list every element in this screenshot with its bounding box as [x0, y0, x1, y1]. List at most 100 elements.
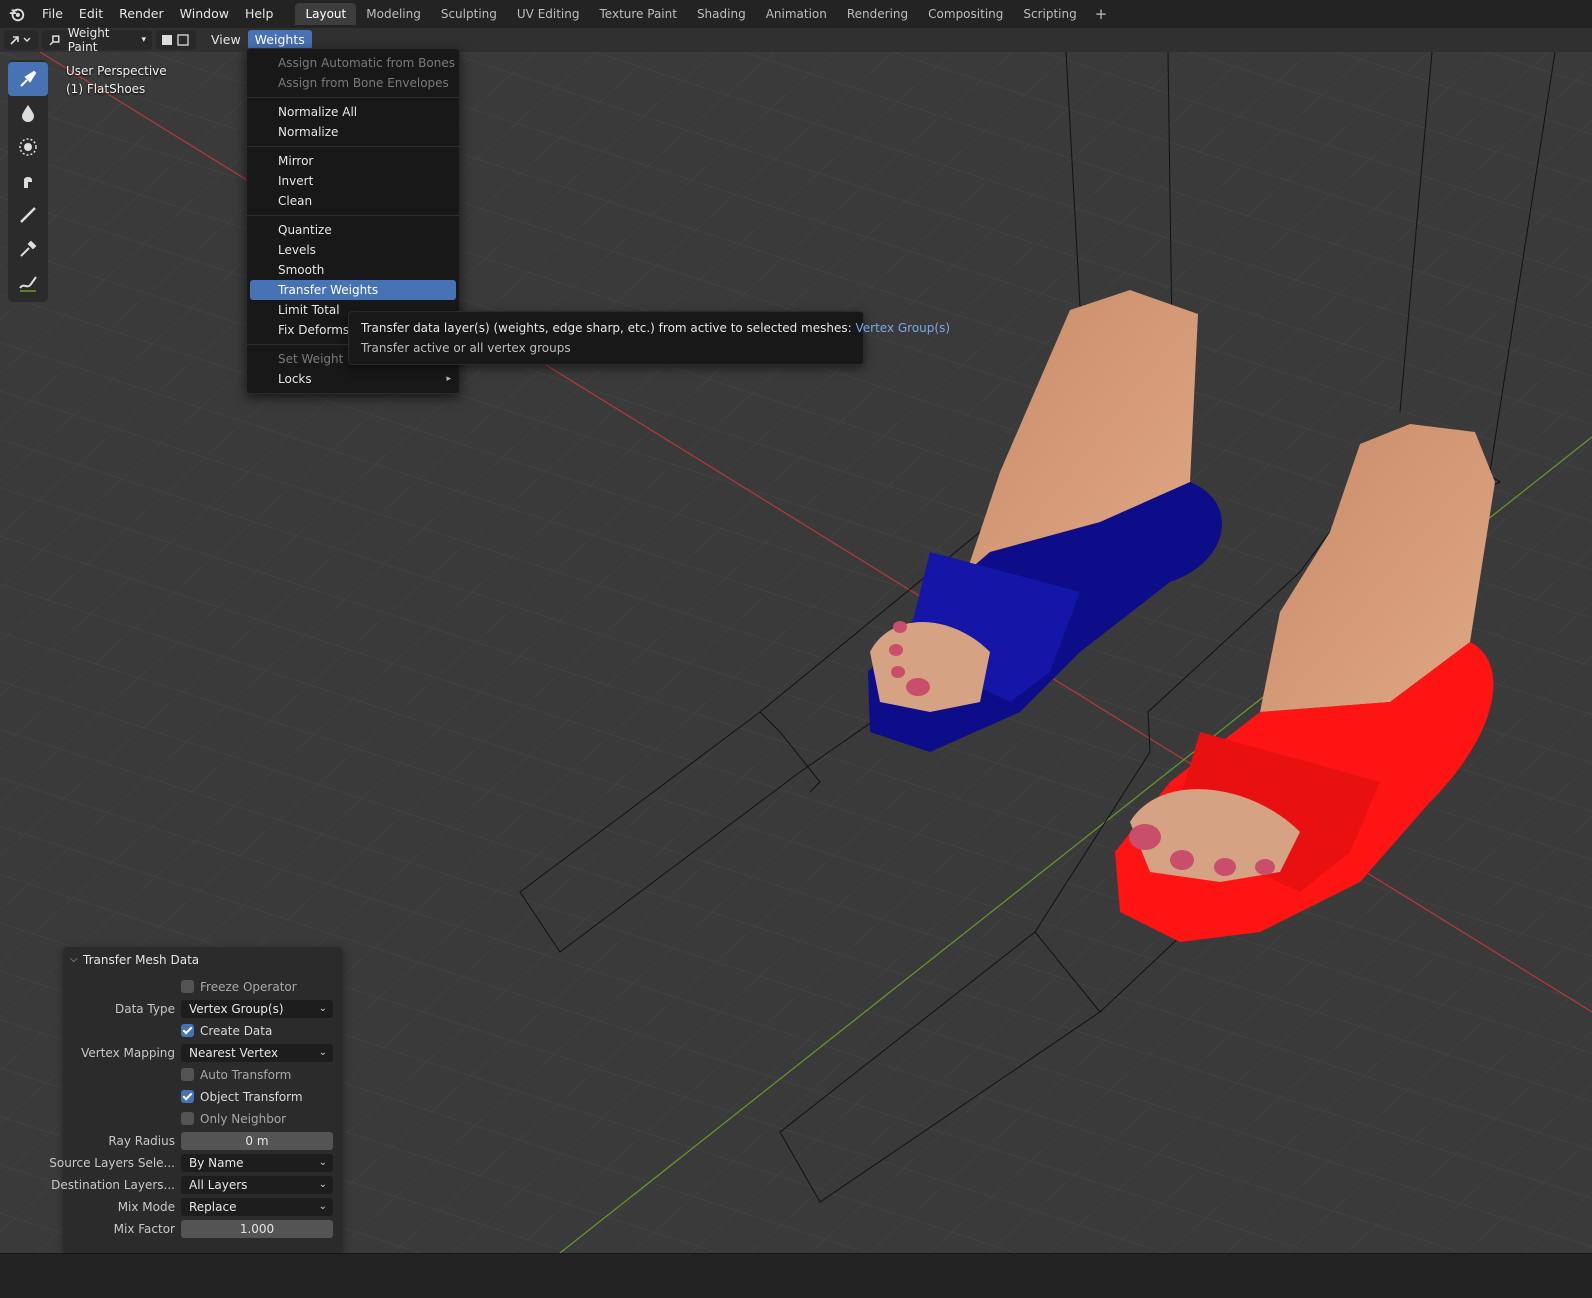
source-layers-dropdown[interactable]: By Name ⌄: [181, 1154, 333, 1172]
menu-window[interactable]: Window: [172, 0, 237, 28]
ray-radius-row: Ray Radius 0 m: [63, 1131, 343, 1151]
viewport-editor-icon: [10, 36, 31, 45]
submenu-arrow-icon: ▸: [446, 374, 451, 384]
status-bar: [0, 1253, 1592, 1298]
tab-scripting[interactable]: Scripting: [1013, 3, 1086, 25]
ray-radius-field[interactable]: 0 m: [181, 1132, 333, 1150]
mix-mode-dropdown[interactable]: Replace ⌄: [181, 1198, 333, 1216]
dest-layers-dropdown[interactable]: All Layers ⌄: [181, 1176, 333, 1194]
sample-weight-tool[interactable]: [8, 232, 48, 266]
source-layers-label: Source Layers Sele...: [49, 1156, 175, 1170]
average-tool[interactable]: [8, 130, 48, 164]
top-bar: File Edit Render Window Help Layout Mode…: [0, 0, 1592, 28]
auto-transform-checkbox[interactable]: [181, 1068, 194, 1081]
face-mask-icon[interactable]: [159, 32, 193, 48]
panel-title: Transfer Mesh Data: [83, 953, 200, 967]
menu-render[interactable]: Render: [111, 0, 172, 28]
workspace-tabs: Layout Modeling Sculpting UV Editing Tex…: [295, 3, 1115, 25]
mix-mode-row: Mix Mode Replace ⌄: [63, 1197, 343, 1217]
mix-factor-label: Mix Factor: [113, 1222, 175, 1236]
mix-mode-label: Mix Mode: [117, 1200, 175, 1214]
brush-tool[interactable]: [8, 62, 48, 96]
menu-item-levels[interactable]: Levels: [247, 240, 459, 260]
tab-uv-editing[interactable]: UV Editing: [507, 3, 590, 25]
menu-item-locks[interactable]: Locks ▸: [247, 369, 459, 389]
blender-logo-icon[interactable]: [8, 5, 26, 23]
data-type-dropdown[interactable]: Vertex Group(s) ⌄: [181, 1000, 333, 1018]
add-workspace-button[interactable]: +: [1087, 5, 1116, 23]
tab-compositing[interactable]: Compositing: [918, 3, 1013, 25]
ray-radius-label: Ray Radius: [108, 1134, 175, 1148]
3d-viewport[interactable]: User Perspective (1) FlatShoes ⌵ Transfe: [0, 52, 1592, 1253]
tooltip-detail: Transfer active or all vertex groups: [361, 341, 571, 355]
freeze-operator-checkbox[interactable]: [181, 980, 194, 993]
data-type-row: Data Type Vertex Group(s) ⌄: [63, 999, 343, 1019]
gradient-tool-icon: [20, 207, 36, 223]
menu-item-assign-envelopes: Assign from Bone Envelopes: [278, 76, 449, 90]
average-tool-icon: [19, 138, 37, 156]
mix-mode-value: Replace: [189, 1200, 237, 1214]
smear-tool-icon: [24, 177, 32, 188]
tab-rendering[interactable]: Rendering: [837, 3, 918, 25]
chevron-down-icon: ⌄: [318, 1179, 327, 1190]
chevron-down-icon: ⌵: [70, 954, 78, 965]
source-layers-row: Source Layers Sele... By Name ⌄: [49, 1153, 343, 1173]
mode-selector[interactable]: Weight Paint ▾: [42, 26, 152, 54]
menu-item-smooth[interactable]: Smooth: [247, 260, 459, 280]
menu-item-quantize[interactable]: Quantize: [247, 220, 459, 240]
gradient-tool[interactable]: [8, 198, 48, 232]
menu-separator: [247, 97, 459, 98]
object-transform-label: Object Transform: [200, 1090, 303, 1104]
data-type-label: Data Type: [114, 1002, 175, 1016]
menu-item-locks-label: Locks: [278, 372, 312, 386]
vertex-mapping-dropdown[interactable]: Nearest Vertex ⌄: [181, 1044, 333, 1062]
chevron-down-icon: ⌄: [318, 1157, 327, 1168]
editor-type-button[interactable]: [4, 30, 38, 50]
shading-toggle[interactable]: [156, 30, 196, 50]
tab-sculpting[interactable]: Sculpting: [431, 3, 507, 25]
blur-tool[interactable]: [8, 96, 48, 130]
menu-item-clean[interactable]: Clean: [247, 191, 459, 211]
sample-weight-icon: [20, 240, 37, 257]
object-label: (1) FlatShoes: [66, 82, 146, 96]
menu-item-transfer-weights[interactable]: Transfer Weights: [250, 280, 456, 300]
menu-separator: [247, 146, 459, 147]
menu-item-normalize[interactable]: Normalize: [247, 122, 459, 142]
dest-layers-value: All Layers: [189, 1178, 248, 1192]
menu-edit[interactable]: Edit: [71, 0, 111, 28]
menu-item-mirror[interactable]: Mirror: [247, 151, 459, 171]
perspective-label: User Perspective: [66, 64, 167, 78]
chevron-down-icon: ⌄: [318, 1003, 327, 1014]
mode-label: Weight Paint: [67, 26, 110, 54]
transfer-weights-tooltip: Transfer data layer(s) (weights, edge sh…: [348, 311, 950, 365]
tab-shading[interactable]: Shading: [687, 3, 756, 25]
mix-factor-field[interactable]: 1.000: [181, 1220, 333, 1238]
tab-modeling[interactable]: Modeling: [356, 3, 431, 25]
menu-view[interactable]: View: [204, 30, 248, 50]
smear-tool[interactable]: [8, 164, 48, 198]
annotate-tool-icon: [19, 276, 37, 292]
auto-transform-label: Auto Transform: [200, 1068, 292, 1082]
tab-texture-paint[interactable]: Texture Paint: [590, 3, 687, 25]
menu-item-normalize-all[interactable]: Normalize All: [247, 102, 459, 122]
vertex-mapping-row: Vertex Mapping Nearest Vertex ⌄: [63, 1043, 343, 1063]
freeze-operator-row: Freeze Operator: [63, 977, 343, 997]
menu-weights[interactable]: Weights: [247, 30, 312, 50]
menu-file[interactable]: File: [34, 0, 71, 28]
tooltip-text: Transfer data layer(s) (weights, edge sh…: [361, 321, 852, 335]
object-transform-checkbox[interactable]: [181, 1090, 194, 1103]
menu-help[interactable]: Help: [237, 0, 282, 28]
panel-header[interactable]: ⌵ Transfer Mesh Data: [63, 947, 343, 973]
tab-animation[interactable]: Animation: [756, 3, 837, 25]
menu-item-invert[interactable]: Invert: [247, 171, 459, 191]
create-data-checkbox[interactable]: [181, 1024, 194, 1037]
dest-layers-row: Destination Layers... All Layers ⌄: [51, 1175, 343, 1195]
transfer-mesh-data-panel: ⌵ Transfer Mesh Data Freeze Operator Dat…: [49, 947, 343, 1253]
dest-layers-label: Destination Layers...: [51, 1178, 175, 1192]
auto-transform-row: Auto Transform: [63, 1065, 343, 1085]
annotate-tool[interactable]: [8, 266, 48, 300]
tab-layout[interactable]: Layout: [295, 3, 357, 25]
tooltip-value: Vertex Group(s): [855, 321, 951, 335]
viewport-header: Weight Paint ▾ View Weights: [0, 26, 1592, 54]
only-neighbor-checkbox[interactable]: [181, 1112, 194, 1125]
